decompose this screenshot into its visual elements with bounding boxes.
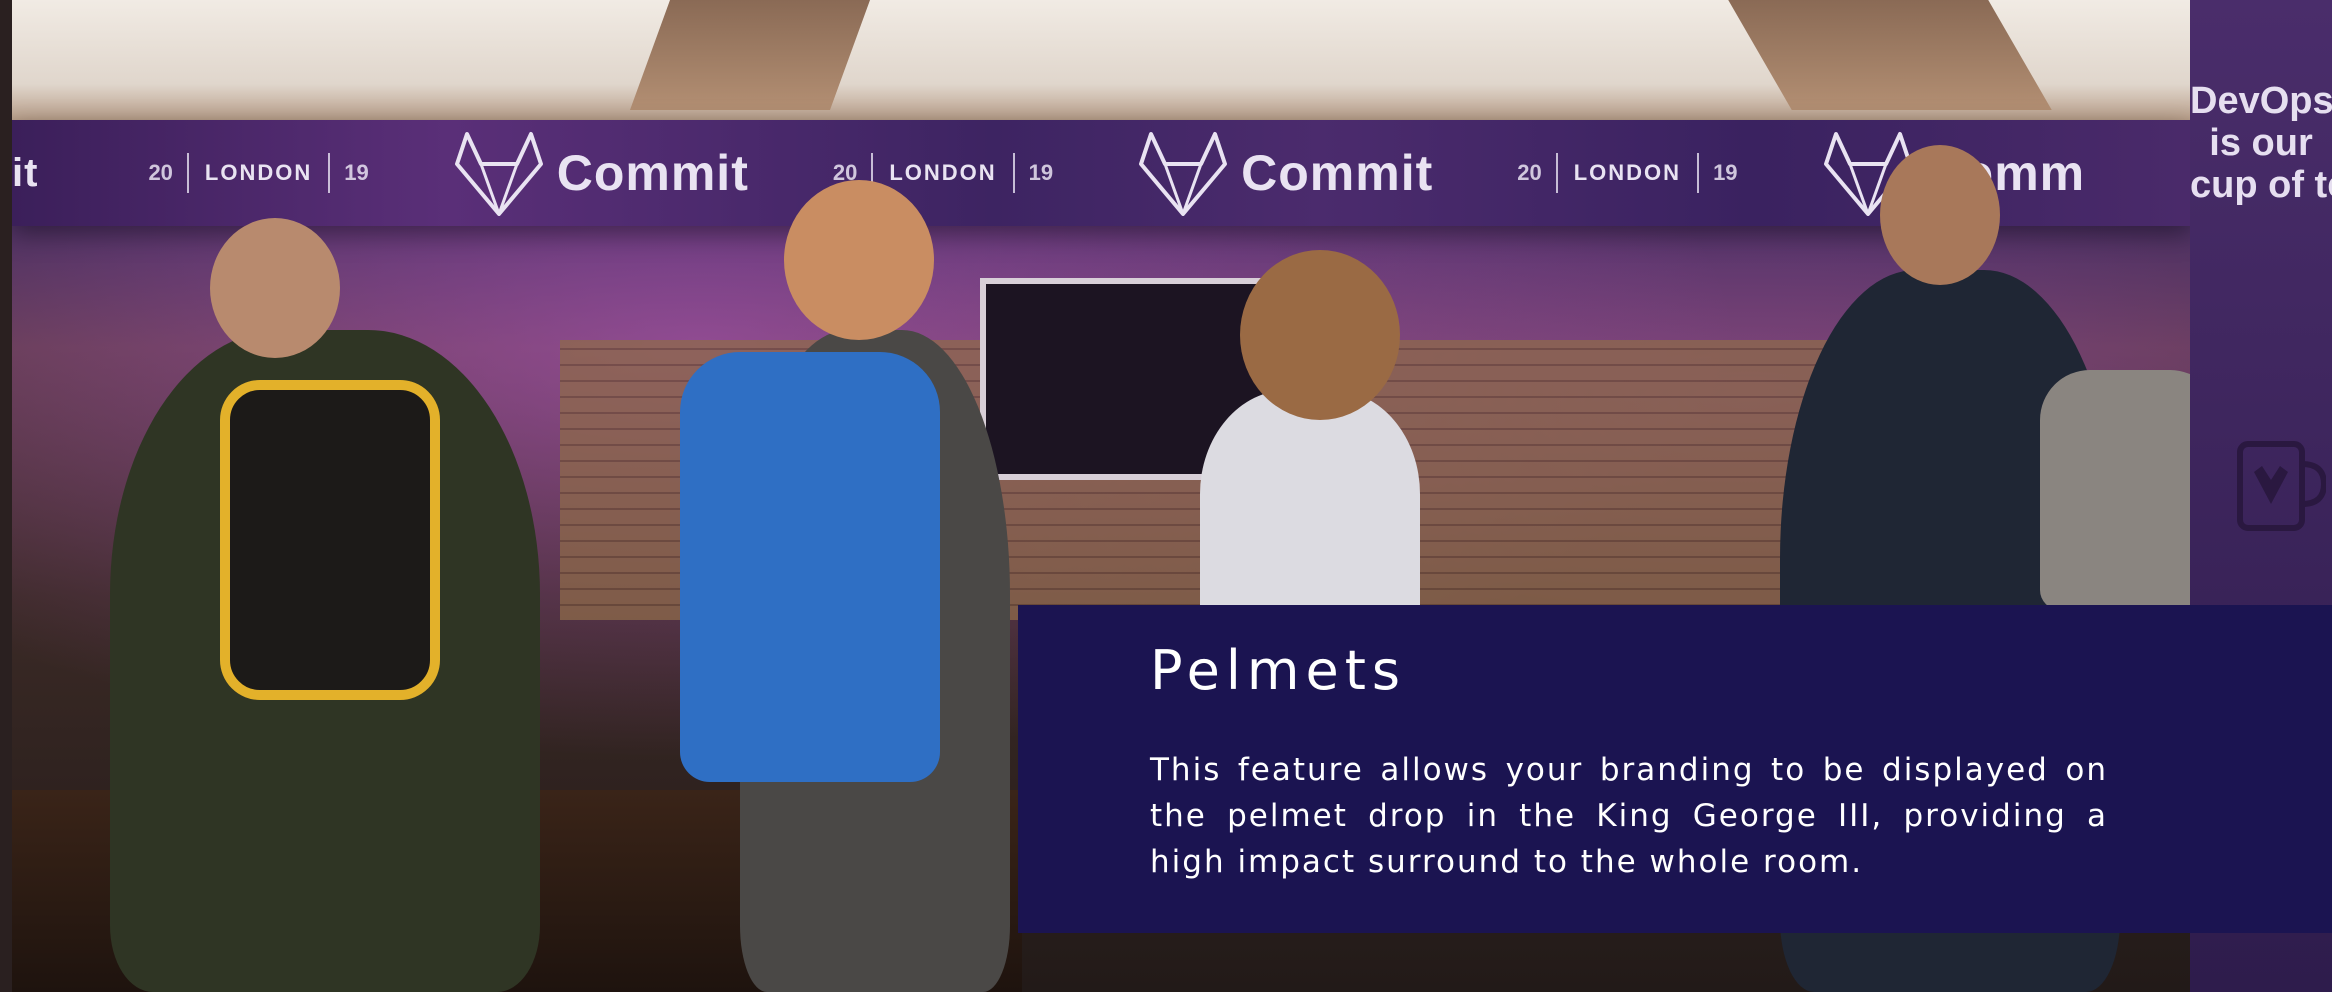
banner-divider (186, 153, 189, 193)
blue-backpack (680, 352, 940, 782)
banner-divider (1012, 153, 1015, 193)
ceiling-beam (1728, 0, 2052, 110)
feature-description: This feature allows your branding to be … (1150, 752, 2108, 880)
banner-city: LONDON (1573, 160, 1682, 185)
gitlab-fox-logo-icon (454, 132, 543, 216)
mug-icon (2237, 441, 2326, 531)
banner-year-left: 20 (1517, 160, 1542, 185)
side-banner-line: is our (2209, 122, 2313, 164)
banner-year-right: 19 (344, 160, 369, 185)
banner-city: LONDON (204, 160, 313, 185)
banner-group: 20 LONDON 19 Commit (134, 130, 748, 216)
banner-divider (328, 153, 331, 193)
banner-year-right: 19 (1713, 160, 1738, 185)
banner-year-right: 19 (1028, 160, 1054, 185)
banner-year-left: 20 (148, 160, 173, 185)
attendee-head (1240, 250, 1400, 420)
banner-city: LONDON (889, 160, 997, 185)
feature-title: Pelmets (1150, 639, 1406, 702)
banner-brand: Commit (556, 145, 749, 201)
commit-banner: it 20 LONDON 19 Commit 20 LONDON 19 Comm… (12, 120, 2190, 226)
banner-divider (1697, 153, 1700, 193)
attendee-head (784, 180, 934, 340)
ceiling-beam (629, 0, 871, 110)
banner-brand: Commit (1241, 145, 1434, 201)
ceiling (0, 0, 2190, 120)
side-banner-line: cup of tea (2190, 164, 2332, 206)
side-banner-line: DevOps (2190, 80, 2332, 122)
attendee-head (1880, 145, 2000, 285)
yellow-backpack (220, 380, 440, 700)
banner-divider (1555, 153, 1558, 193)
banner-leading-fragment: it (12, 150, 39, 195)
hero-photo: it 20 LONDON 19 Commit 20 LONDON 19 Comm… (0, 0, 2332, 992)
feature-info-panel: Pelmets This feature allows your brandin… (1018, 605, 2332, 933)
left-edge (0, 0, 12, 992)
gitlab-fox-logo-icon (1139, 132, 1228, 216)
attendee-head (210, 218, 340, 358)
